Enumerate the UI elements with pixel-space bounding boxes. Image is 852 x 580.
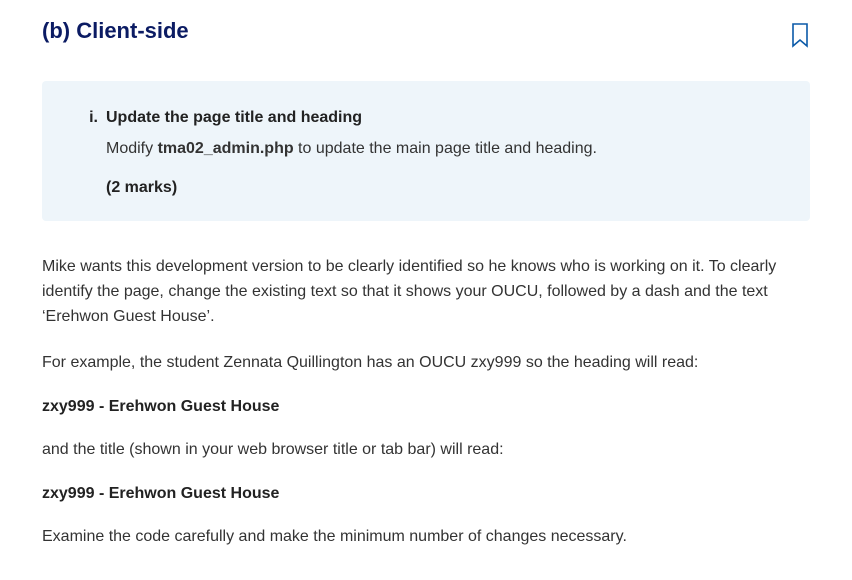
example-title: zxy999 - Erehwon Guest House <box>42 485 810 503</box>
paragraph: For example, the student Zennata Quillin… <box>42 351 810 376</box>
task-box: i. Update the page title and heading Mod… <box>42 81 810 221</box>
paragraph: Examine the code carefully and make the … <box>42 525 810 550</box>
marks-label: (2 marks) <box>106 179 780 197</box>
paragraph: and the title (shown in your web browser… <box>42 438 810 463</box>
example-heading: zxy999 - Erehwon Guest House <box>42 398 810 416</box>
item-marker: i. <box>72 109 98 127</box>
filename: tma02_admin.php <box>158 140 294 157</box>
item-body-post: to update the main page title and headin… <box>294 140 597 157</box>
task-item-header: i. Update the page title and heading <box>72 109 780 127</box>
section-header: (b) Client-side <box>42 18 810 53</box>
item-body-pre: Modify <box>106 140 158 157</box>
item-body: Modify tma02_admin.php to update the mai… <box>106 137 780 161</box>
section-heading: (b) Client-side <box>42 18 189 44</box>
paragraph: Mike wants this development version to b… <box>42 255 810 329</box>
item-title: Update the page title and heading <box>106 109 362 127</box>
bookmark-icon[interactable] <box>790 22 810 53</box>
